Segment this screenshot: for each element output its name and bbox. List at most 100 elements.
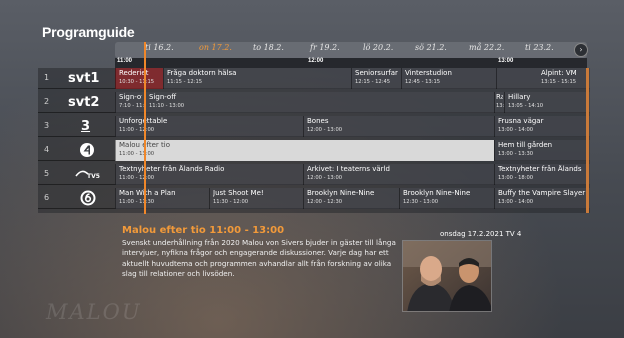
program-cell[interactable]: Sign-off 11:10 - 13:00: [145, 92, 494, 113]
program-cell[interactable]: Textnyheter från Ålands 13:00 - 18:00: [494, 164, 590, 185]
tv6-icon: [80, 190, 96, 206]
program-title: Unforgettable: [119, 117, 300, 126]
program-title: Brooklyn Nine-Nine: [403, 189, 471, 197]
date-tab[interactable]: sö 21.2.: [415, 43, 447, 52]
date-tab[interactable]: lö 20.2.: [363, 43, 393, 52]
program-time: 13:00 - 18:00: [498, 175, 534, 181]
program-cell[interactable]: Alpint: VM 13:15 - 15:15: [496, 68, 590, 89]
program-title: Buffy the Vampire Slayer: [498, 189, 586, 197]
program-time: 13:00: [496, 103, 504, 109]
program-time: 7:10 - 11:: [119, 103, 145, 109]
chevron-right-icon[interactable]: ›: [574, 43, 588, 57]
program-cell[interactable]: Seniorsurfarna 12:15 - 12:45: [351, 68, 401, 89]
date-tab[interactable]: to 18.2.: [253, 43, 284, 52]
program-cell[interactable]: Fråga doktorn hälsa 11:15 - 12:15: [163, 68, 351, 89]
date-tab[interactable]: ti 23.2.: [525, 43, 554, 52]
program-title: Fråga doktorn hälsa: [167, 69, 237, 77]
tv3-logo[interactable]: 3: [68, 118, 113, 135]
program-cell[interactable]: Arkivet: I teaterns värld 12:00 - 13:00: [303, 164, 494, 185]
program-time: 11:00 - 11:30: [119, 199, 155, 205]
time-tick: 13:00: [498, 58, 514, 64]
program-time: 11:00 - 12:00: [119, 175, 155, 181]
channel-number: 5: [44, 169, 50, 178]
program-title: Brooklyn Nine-Nine: [307, 189, 375, 197]
scrollbar[interactable]: [586, 68, 589, 213]
program-title: Just Shoot Me!: [213, 189, 264, 197]
program-time: 13:00 - 14:00: [498, 127, 534, 133]
program-time: 13:00 - 13:30: [498, 151, 534, 157]
svt2-logo[interactable]: svt2: [68, 94, 113, 111]
program-cell[interactable]: Frusna vägar 13:00 - 14:00: [494, 116, 590, 137]
watermark-logo: MALOU: [46, 300, 142, 324]
program-cell[interactable]: Buffy the Vampire Slayer 13:00 - 14:00: [494, 188, 590, 209]
channel-row: 1 svt1 Rederiet 10:30 - 11:15 Fråga dokt…: [38, 68, 590, 89]
svg-text:TV5: TV5: [87, 173, 100, 180]
program-title: Frusna vägar: [498, 117, 544, 125]
program-cell[interactable]: Vinterstudion 12:45 - 13:15: [401, 68, 496, 89]
date-tab[interactable]: må 22.2.: [469, 43, 504, 52]
page-title: Programguide: [42, 24, 135, 40]
detail-meta: onsdag 17.2.2021 TV 4: [440, 230, 522, 238]
current-time-indicator: [144, 42, 146, 214]
program-title: Sign-off: [149, 93, 177, 101]
timeline: 11:00 12:00 13:00: [115, 58, 587, 68]
program-title: Rap: [496, 93, 503, 101]
date-tab[interactable]: fr 19.2.: [310, 43, 340, 52]
program-time: 12:00 - 13:00: [307, 127, 343, 133]
program-time: 11:00 - 12:00: [119, 127, 155, 133]
channel-number: 1: [44, 73, 50, 82]
program-time: 12:15 - 12:45: [355, 79, 391, 85]
program-time: 13:05 - 14:10: [508, 103, 544, 109]
program-title: Rederiet: [119, 69, 149, 77]
program-time: 13:00 - 14:00: [498, 199, 534, 205]
tv4-icon: [80, 143, 94, 157]
program-cell[interactable]: Rederiet 10:30 - 11:15: [115, 68, 163, 89]
program-cell[interactable]: Hem till gården 13:00 - 13:30: [494, 140, 590, 161]
tv6-logo[interactable]: [68, 190, 113, 207]
program-cell[interactable]: Man With a Plan 11:00 - 11:30: [115, 188, 209, 209]
program-time: 12:45 - 13:15: [405, 79, 441, 85]
program-cell[interactable]: Hillary 13:05 - 14:10: [504, 92, 590, 113]
program-cell[interactable]: Brooklyn Nine-Nine 12:30 - 13:00: [399, 188, 494, 209]
program-cell[interactable]: Bones 12:00 - 13:00: [303, 116, 494, 137]
program-grid: 1 svt1 Rederiet 10:30 - 11:15 Fråga dokt…: [38, 68, 590, 213]
tv4-logo[interactable]: [68, 142, 113, 159]
channel-row: 2 svt2 Sign-off 7:10 - 11: Sign-off 11:1…: [38, 92, 590, 113]
detail-title: Malou efter tio 11:00 - 13:00: [122, 225, 285, 236]
program-cell[interactable]: Just Shoot Me! 11:30 - 12:00: [209, 188, 303, 209]
channel-number: 2: [44, 97, 50, 106]
channel-number: 6: [44, 193, 50, 202]
date-tab[interactable]: ti 16.2.: [145, 43, 174, 52]
program-cell-selected[interactable]: Malou efter tio 11:00 - 13:00: [115, 140, 494, 161]
program-title: Malou efter tio: [119, 141, 170, 149]
program-time: 11:15 - 12:15: [167, 79, 203, 85]
time-tick: 11:00: [117, 58, 133, 64]
channel-row: 3 3 Unforgettable 11:00 - 12:00 Bones 12…: [38, 116, 590, 137]
program-time: 11:10 - 13:00: [149, 103, 185, 109]
program-time: 11:30 - 12:00: [213, 199, 249, 205]
program-cell[interactable]: Sign-off 7:10 - 11:: [115, 92, 145, 113]
program-time: 12:30 - 13:00: [403, 199, 439, 205]
alands-tv-logo[interactable]: TV5: [68, 166, 113, 183]
program-title: Hillary: [508, 93, 531, 101]
program-time: 13:15 - 15:15: [541, 79, 577, 85]
program-cell[interactable]: Brooklyn Nine-Nine 12:00 - 12:30: [303, 188, 399, 209]
program-time: 12:00 - 13:00: [307, 175, 343, 181]
alands-tv-icon: TV5: [75, 170, 100, 180]
date-tab-active[interactable]: on 17.2.: [199, 43, 232, 52]
program-title: Man With a Plan: [119, 189, 176, 197]
program-title: Arkivet: I teaterns värld: [307, 165, 390, 173]
program-time: 10:30 - 11:15: [119, 79, 155, 85]
channel-row: 6 Man With a Plan 11:00 - 11:30 Just Sho…: [38, 188, 590, 209]
program-title: Vinterstudion: [405, 69, 452, 77]
program-title: Sign-off: [119, 93, 142, 101]
channel-row: 4 Malou efter tio 11:00 - 13:00 Hem till…: [38, 140, 590, 161]
program-time: 11:00 - 13:00: [119, 151, 155, 157]
channel-row: 5 TV5 Textnyheter från Ålands Radio 11:0…: [38, 164, 590, 185]
channel-number: 3: [44, 121, 50, 130]
channel-number: 4: [44, 145, 50, 154]
program-title: Hem till gården: [498, 141, 553, 149]
svt1-logo[interactable]: svt1: [68, 70, 113, 87]
program-title: Alpint: VM: [541, 69, 577, 77]
program-cell[interactable]: Rap 13:00: [494, 92, 504, 113]
